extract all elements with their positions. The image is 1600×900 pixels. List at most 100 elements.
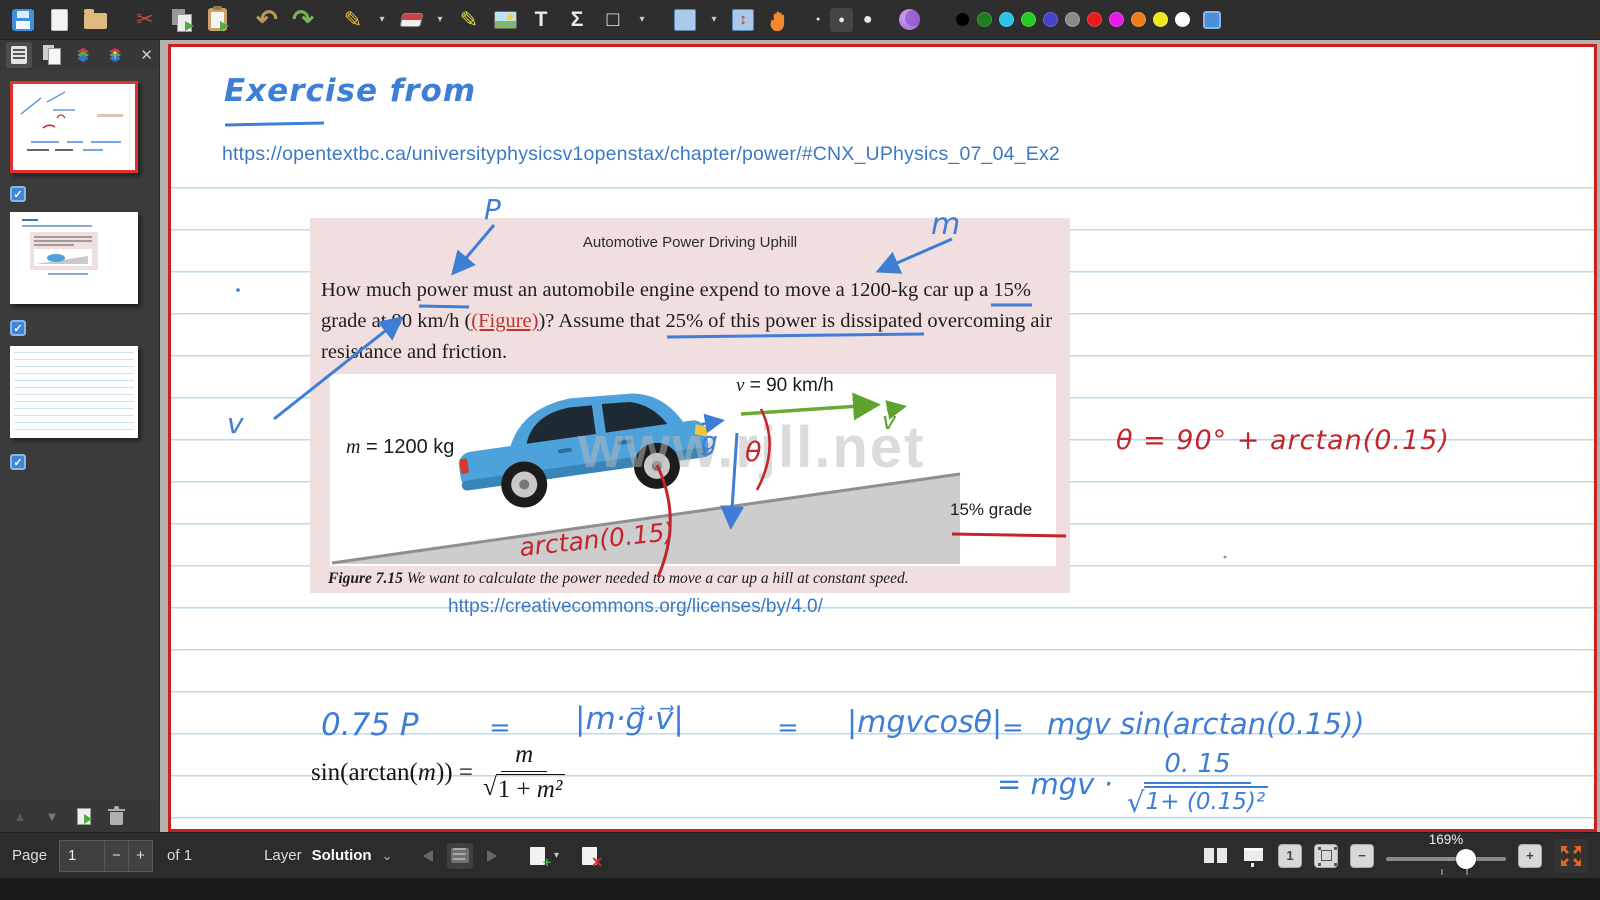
pen-dropdown[interactable]: ▾ <box>376 14 388 25</box>
page-3-checkbox[interactable]: ✓ <box>10 454 26 470</box>
up-icon: ▲ <box>13 808 27 824</box>
layers-icon: ◆ ◆ ◆ <box>77 45 89 64</box>
thumbnail-page-3[interactable] <box>10 346 138 438</box>
thumbnail-2-preview <box>22 219 98 275</box>
fit-page-button[interactable]: 1 <box>1278 843 1302 868</box>
page-number-input[interactable] <box>59 839 106 872</box>
add-page-dropdown[interactable]: ▾ <box>551 850 563 861</box>
eraser-dropdown[interactable]: ▾ <box>434 14 446 25</box>
layer-select[interactable]: Solution <box>312 847 372 864</box>
redo-icon: ↷ <box>292 4 314 34</box>
annotation-label-v2: v <box>882 407 897 435</box>
page-1-checkbox[interactable]: ✓ <box>10 186 26 202</box>
figure-caption: Figure 7.15 We want to calculate the pow… <box>328 570 909 587</box>
page-2-checkbox[interactable]: ✓ <box>10 320 26 336</box>
tab-layers[interactable]: ◆ ◆ ◆ <box>70 42 96 68</box>
new-document-button[interactable] <box>46 6 72 34</box>
open-button[interactable] <box>82 6 108 34</box>
hand-tool-button[interactable] <box>766 6 792 34</box>
copy-button[interactable] <box>168 6 194 34</box>
copy-page-button[interactable] <box>72 804 96 828</box>
presentation-mode-button[interactable] <box>1240 843 1266 869</box>
size-medium-button[interactable]: ● <box>830 7 853 32</box>
color-swatch-lightgreen[interactable] <box>1020 12 1036 27</box>
zoom-slider-knob[interactable] <box>1456 848 1476 869</box>
color-swatch-black[interactable] <box>954 12 970 27</box>
thumbnail-page-1[interactable] <box>10 81 138 173</box>
handwritten-fraction-eq: = mgv · 0. 15 √ 1+ (0.15)² <box>997 749 1269 819</box>
notebook-page[interactable]: Exercise from https://opentextbc.ca/univ… <box>168 44 1597 832</box>
select-region-button[interactable] <box>672 6 698 34</box>
tab-contents[interactable] <box>6 42 32 68</box>
color-swatch-orange[interactable] <box>1130 12 1146 27</box>
page-increment-button[interactable]: + <box>129 839 154 872</box>
file-group <box>10 6 108 34</box>
page-3-checkbox-row: ✓ <box>10 454 145 470</box>
trash-icon <box>107 806 125 825</box>
color-swatch-blue[interactable] <box>1042 12 1058 27</box>
color-swatch-green[interactable] <box>976 12 992 27</box>
sidebar-tabs: ◆ ◆ ◆ ◆ ◆ ◆ ↑ ✕ <box>0 40 159 70</box>
pen-tool-button[interactable]: ✎ <box>340 6 366 34</box>
size-fine-button[interactable]: ● <box>816 16 820 23</box>
fit-screen-button[interactable] <box>1314 843 1338 868</box>
highlighter-tool-button[interactable]: ✎ <box>456 6 482 34</box>
text-tool-button[interactable]: T <box>528 6 554 34</box>
shape-dropdown[interactable]: ▾ <box>636 14 648 25</box>
color-swatch-red[interactable] <box>1086 12 1102 27</box>
select-dropdown[interactable]: ▾ <box>708 14 720 25</box>
redo-button[interactable]: ↷ <box>290 4 316 34</box>
delete-page-button[interactable]: ✕ <box>577 843 603 869</box>
new-file-icon <box>50 8 68 31</box>
size-thick-button[interactable]: ● <box>863 11 873 29</box>
color-swatch-magenta[interactable] <box>1108 12 1124 27</box>
layer-chevron-icon[interactable]: ⌄ <box>382 848 393 864</box>
undo-button[interactable]: ↶ <box>254 4 280 34</box>
eq-term-mgvsin: mgv sin(arctan(0.15)) <box>1047 707 1365 741</box>
cut-button[interactable]: ✂ <box>132 6 158 34</box>
custom-color-swatch[interactable] <box>1202 10 1221 29</box>
page-decrement-button[interactable]: − <box>105 839 130 872</box>
zoom-out-button[interactable]: − <box>1350 843 1374 868</box>
highlighter-icon: ✎ <box>459 6 479 32</box>
eq-equals-3: = <box>1002 713 1024 743</box>
figure-link[interactable]: (Figure) <box>471 310 538 332</box>
math-tex-button[interactable]: Σ <box>564 6 590 34</box>
next-annotated-page-button[interactable] <box>479 843 505 869</box>
zoom-in-button[interactable]: + <box>1518 843 1542 868</box>
annotation-label-m: m <box>931 207 961 242</box>
source-link[interactable]: https://opentextbc.ca/universityphysicsv… <box>222 143 1060 166</box>
thumbnail-page-2[interactable] <box>10 212 138 304</box>
zoom-slider[interactable]: 169% <box>1386 832 1506 875</box>
move-page-down-button[interactable]: ▼ <box>40 804 64 828</box>
zoom-slider-track[interactable] <box>1386 856 1506 861</box>
vertical-space-button[interactable]: ↕ <box>730 6 756 34</box>
eraser-tool-button[interactable] <box>398 6 424 34</box>
fullscreen-button[interactable] <box>1554 838 1588 873</box>
status-bar: Page − + of 1 Layer Solution ⌄ + ▾ ✕ 1 −… <box>0 832 1600 878</box>
paste-button[interactable] <box>204 6 230 34</box>
save-button[interactable] <box>10 6 36 34</box>
move-page-up-button[interactable]: ▲ <box>8 804 32 828</box>
cc-license-link[interactable]: https://creativecommons.org/licenses/by/… <box>448 596 823 618</box>
tab-layer-position[interactable]: ◆ ◆ ◆ ↑ <box>102 42 128 68</box>
grade-label: 15% grade <box>950 500 1033 519</box>
color-picker-button[interactable] <box>897 6 923 34</box>
mass-label: m = 1200 kg <box>346 436 455 458</box>
color-swatch-yellow[interactable] <box>1152 12 1168 27</box>
color-swatch-gray[interactable] <box>1064 12 1080 27</box>
tab-page-preview[interactable] <box>38 42 64 68</box>
prev-annotated-page-button[interactable] <box>415 843 441 869</box>
color-swatch-cyan[interactable] <box>998 12 1014 27</box>
sidebar-close-button[interactable]: ✕ <box>140 46 153 64</box>
exercise-body: How much power must an automobile engine… <box>321 279 1053 363</box>
delete-page-button-sidebar[interactable] <box>104 804 128 828</box>
add-page-button[interactable]: + <box>525 843 551 869</box>
top-toolbar: ✂ ↶ ↷ ✎ ▾ ▾ ✎ T Σ □ ▾ ▾ ↕ ● ● ● <box>0 0 1600 40</box>
annotated-page-button[interactable] <box>446 842 473 869</box>
dual-page-view-button[interactable] <box>1202 843 1228 869</box>
color-swatch-white[interactable] <box>1174 12 1190 27</box>
insert-image-button[interactable] <box>492 6 518 34</box>
page-2-checkbox-row: ✓ <box>10 320 145 336</box>
shape-tool-button[interactable]: □ <box>600 6 626 34</box>
